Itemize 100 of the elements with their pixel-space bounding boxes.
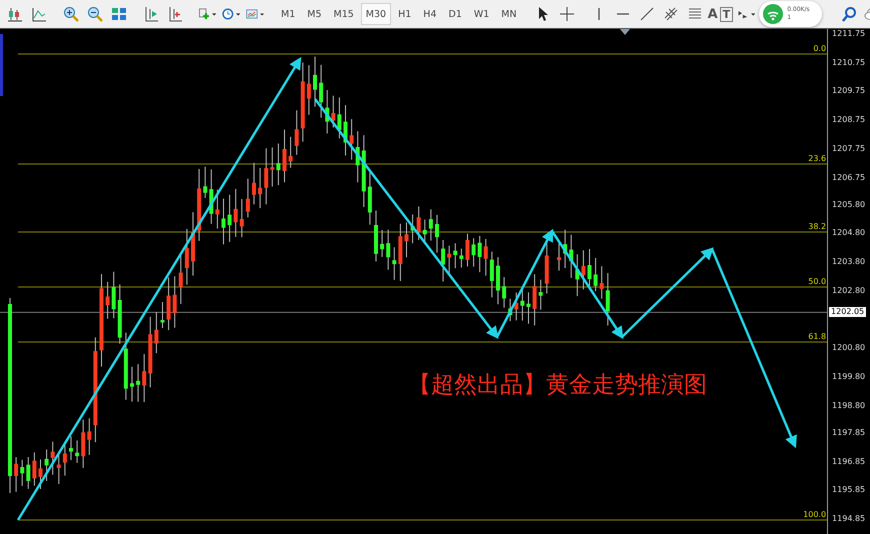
candle bbox=[234, 188, 238, 238]
candle bbox=[319, 64, 324, 118]
candle bbox=[124, 332, 128, 400]
candle bbox=[69, 436, 73, 461]
candle bbox=[44, 448, 49, 482]
price-axis-label: 1204.80 bbox=[832, 228, 866, 238]
candle bbox=[136, 364, 140, 402]
candle bbox=[404, 222, 408, 258]
scroll-indicator bbox=[0, 34, 3, 96]
timeframe-tab[interactable]: M5 bbox=[302, 3, 326, 25]
candle bbox=[81, 419, 86, 468]
candle bbox=[306, 64, 311, 116]
fibonacci-level-label: 0.0 bbox=[813, 44, 826, 53]
timeframe-tab[interactable]: MN bbox=[496, 3, 522, 25]
candle bbox=[50, 441, 55, 476]
candle bbox=[435, 214, 439, 254]
candle bbox=[331, 95, 336, 128]
line-chart-icon bbox=[31, 6, 47, 22]
price-axis-label: 1205.80 bbox=[832, 200, 866, 209]
candle bbox=[368, 171, 372, 226]
candle bbox=[466, 233, 470, 267]
candle bbox=[594, 257, 598, 292]
price-axis-label: 1195.85 bbox=[832, 485, 866, 494]
caret-icon bbox=[212, 12, 216, 16]
candle bbox=[502, 276, 506, 308]
candle bbox=[130, 366, 134, 402]
candle bbox=[166, 276, 171, 331]
candle bbox=[87, 418, 92, 456]
price-axis-label: 1194.85 bbox=[832, 514, 866, 524]
candle bbox=[282, 129, 286, 183]
price-axis-label: 1196.85 bbox=[832, 456, 866, 466]
candle bbox=[575, 254, 580, 297]
candle bbox=[288, 136, 293, 168]
candle bbox=[526, 292, 530, 324]
candle bbox=[416, 206, 421, 241]
timeframe-tab[interactable]: H1 bbox=[393, 3, 416, 25]
candle bbox=[478, 235, 482, 273]
chart-caption: 【超然出品】黄金走势推演图 bbox=[408, 371, 707, 400]
price-axis-label: 1208.75 bbox=[832, 115, 866, 124]
candle bbox=[26, 456, 30, 490]
candle bbox=[532, 274, 537, 326]
price-axis-label: 1211.75 bbox=[832, 29, 866, 38]
timeframe-tab[interactable]: M1 bbox=[276, 3, 300, 25]
candle bbox=[428, 208, 433, 242]
candle bbox=[508, 298, 512, 322]
timeframe-tab[interactable]: M15 bbox=[328, 3, 359, 25]
candle bbox=[154, 312, 158, 354]
vertical-line-icon bbox=[598, 8, 600, 20]
candle bbox=[380, 229, 384, 258]
candle bbox=[142, 354, 146, 403]
candle bbox=[106, 281, 110, 320]
candle bbox=[563, 229, 568, 269]
candle bbox=[496, 256, 500, 305]
candle bbox=[258, 167, 262, 209]
chart-shift-icon bbox=[167, 6, 183, 22]
new-order-icon bbox=[198, 6, 210, 22]
candle bbox=[252, 162, 256, 205]
candle bbox=[313, 56, 317, 108]
candle bbox=[600, 266, 604, 300]
zoom-in-icon bbox=[63, 6, 79, 22]
autoscroll-icon bbox=[143, 6, 159, 22]
candle bbox=[398, 223, 402, 282]
price-axis-label: 1207.75 bbox=[832, 144, 866, 153]
text-tool[interactable]: A bbox=[708, 3, 718, 25]
candle bbox=[75, 440, 80, 464]
candle bbox=[557, 242, 561, 272]
timeframe-tab[interactable]: W1 bbox=[468, 3, 494, 25]
fibonacci-level-label: 61.8 bbox=[808, 332, 826, 341]
candle bbox=[453, 242, 458, 269]
timeframe-tab[interactable]: M30 bbox=[360, 3, 392, 25]
hatched-lines-icon bbox=[662, 6, 679, 22]
candle bbox=[270, 146, 274, 188]
candle bbox=[118, 284, 122, 344]
trendline-icon bbox=[638, 6, 655, 22]
candle bbox=[228, 194, 232, 242]
candle bbox=[294, 110, 299, 156]
candle bbox=[38, 458, 42, 490]
candle bbox=[392, 246, 396, 280]
fibonacci-level-label: 100.0 bbox=[803, 510, 826, 519]
candle bbox=[337, 96, 342, 139]
caret-icon bbox=[260, 12, 264, 16]
clock-icon bbox=[222, 6, 234, 22]
price-axis-label: 1197.85 bbox=[832, 428, 866, 437]
candle bbox=[264, 148, 268, 205]
candle bbox=[569, 234, 574, 278]
candle bbox=[32, 452, 36, 486]
price-axis-label: 1206.75 bbox=[832, 172, 866, 182]
timeframe-tab[interactable]: H4 bbox=[418, 3, 442, 25]
candle bbox=[544, 242, 549, 294]
timeframe-tab[interactable]: D1 bbox=[444, 3, 467, 25]
candle bbox=[374, 210, 378, 262]
price-axis-label: 1210.75 bbox=[832, 58, 866, 67]
candle bbox=[20, 459, 24, 486]
search-icon bbox=[840, 6, 857, 22]
candle bbox=[172, 276, 177, 328]
candle bbox=[178, 253, 183, 304]
price-axis-label: 1209.75 bbox=[832, 86, 866, 96]
candle bbox=[386, 229, 390, 270]
price-axis-label: 1199.80 bbox=[832, 372, 866, 381]
crosshair-icon bbox=[558, 6, 575, 22]
